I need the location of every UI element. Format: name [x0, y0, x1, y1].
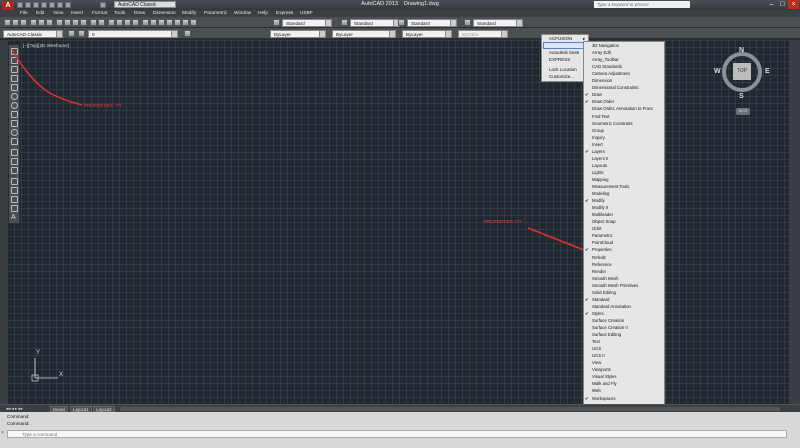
submenu-item[interactable]: Render [592, 269, 606, 274]
viewcube[interactable]: N S E W TOP WCS [714, 42, 770, 152]
submenu-item[interactable]: Workspaces [592, 396, 616, 401]
submenu-item[interactable]: UCS II [592, 353, 605, 358]
compass-north[interactable]: N [739, 47, 744, 54]
submenu-item[interactable]: Properties [592, 247, 612, 252]
viewcube-top-face[interactable]: TOP [733, 63, 751, 80]
submenu-item[interactable]: Standard Annotation [592, 304, 631, 309]
command-input[interactable]: Type a command [7, 430, 787, 438]
annotation-label-left: PROPERTIES ??? [84, 103, 122, 108]
checkmark-icon: ✔ [585, 310, 589, 316]
compass-west[interactable]: W [714, 68, 721, 75]
submenu-item[interactable]: Modeling [592, 191, 609, 196]
ctx-item-express[interactable]: EXPRESS [549, 57, 570, 62]
checkmark-icon: ✔ [585, 148, 589, 154]
ctx-item-lock-location[interactable]: Lock Location [549, 67, 577, 72]
submenu-item[interactable]: Insert [592, 142, 603, 147]
submenu-item[interactable]: Text [592, 339, 600, 344]
submenu-item[interactable]: Smooth Mesh [592, 276, 619, 281]
vertical-scrollbar[interactable] [789, 40, 800, 404]
submenu-item[interactable]: Draw [592, 92, 602, 97]
checkmark-icon: ✔ [585, 92, 589, 98]
submenu-item[interactable]: Layers [592, 149, 605, 154]
command-close-icon[interactable]: × [1, 430, 6, 438]
submenu-item[interactable]: Dimensional Constraints [592, 85, 639, 90]
submenu-item[interactable]: Smooth Mesh Primitives [592, 283, 638, 288]
submenu-item[interactable]: Object Snap [592, 219, 616, 224]
checkmark-icon: ✔ [585, 247, 589, 253]
submenu-item[interactable]: Measurement Tools [592, 184, 629, 189]
submenu-item[interactable]: UCS [592, 346, 601, 351]
submenu-item[interactable]: Array_Toolbar [592, 57, 619, 62]
submenu-item[interactable]: Surface Creation II [592, 325, 628, 330]
horizontal-scrollbar[interactable] [120, 407, 780, 411]
submenu-item[interactable]: Dimension [592, 78, 612, 83]
submenu-item[interactable]: PointCloud [592, 240, 613, 245]
submenu-item[interactable]: Draw Order, Annotation to Front [592, 106, 653, 111]
annotation-arrow-left [11, 49, 83, 106]
submenu-item[interactable]: Reference [592, 262, 612, 267]
layout-tabs-bar: ◂◂ ◂ ▸ ▸▸ Model Layout1 Layout2 [0, 404, 800, 412]
submenu-item[interactable]: 3D Navigation [592, 43, 619, 48]
submenu-item[interactable]: Solid Editing [592, 290, 616, 295]
submenu-item[interactable]: Find Text [592, 114, 609, 119]
checkmark-icon: ✔ [585, 395, 589, 401]
submenu-item[interactable]: Layouts [592, 163, 607, 168]
submenu-item[interactable]: Parametric [592, 233, 613, 238]
submenu-item[interactable]: Refedit [592, 255, 606, 260]
submenu-item[interactable]: Geometric Constraint [592, 121, 633, 126]
checkmark-icon: ✔ [585, 296, 589, 302]
submenu-item[interactable]: Modify II [592, 205, 608, 210]
submenu-item[interactable]: Multileader [592, 212, 613, 217]
ctx-item-acfusion[interactable]: ACFUSION [549, 36, 572, 41]
submenu-item[interactable]: Camera Adjustment [592, 71, 630, 76]
submenu-item[interactable]: Styles [592, 311, 604, 316]
submenu-item[interactable]: Group [592, 128, 604, 133]
checkmark-icon: ✔ [585, 198, 589, 204]
submenu-item[interactable]: Surface Editing [592, 332, 621, 337]
ctx-item-autodesk-seek[interactable]: Autodesk Seek [549, 50, 579, 55]
ucs-x-label: X [59, 372, 64, 378]
submenu-item[interactable]: Walk and Fly [592, 381, 617, 386]
submenu-item[interactable]: View [592, 360, 601, 365]
ctx-item-customize[interactable]: Customize... [549, 74, 574, 79]
submenu-item[interactable]: Orbit [592, 226, 601, 231]
annotation-overlay [11, 49, 585, 382]
command-history-line-2: Command: [7, 421, 30, 426]
submenu-item[interactable]: Mapping [592, 177, 608, 182]
ucs-y-label: Y [36, 350, 41, 356]
submenu-item[interactable]: Array Edit [592, 50, 611, 55]
submenu-item[interactable]: Standard [592, 297, 609, 302]
compass-east[interactable]: E [765, 68, 770, 75]
annotation-label-right: PROPERTIES ??? [484, 219, 522, 224]
submenu-item[interactable]: Surface Creation [592, 318, 624, 323]
toolbar-context-menu: ACFUSION Autodesk Seek EXPRESS Lock Loca… [541, 34, 589, 82]
submenu-item[interactable]: Modify [592, 198, 605, 203]
submenu-item[interactable]: CAD Standards [592, 64, 622, 69]
submenu-item[interactable]: Inquiry [592, 135, 605, 140]
submenu-item[interactable]: Web [592, 388, 601, 393]
submenu-item[interactable]: Layers II [592, 156, 608, 161]
checkmark-icon: ✔ [585, 99, 589, 105]
toolbar-list-submenu: 3D Navigation Array Edit Array_Toolbar CAD … [583, 41, 665, 411]
submenu-item[interactable]: Draw Order [592, 99, 614, 104]
submenu-item[interactable]: Viewports [592, 367, 611, 372]
submenu-item[interactable]: Visual Styles [592, 374, 617, 379]
compass-south[interactable]: S [739, 93, 744, 100]
command-history-line-1: Command: [7, 414, 30, 419]
submenu-item[interactable]: Lights [592, 170, 603, 175]
wcs-menu-badge[interactable]: WCS [736, 108, 750, 115]
annotation-arrow-right [527, 227, 585, 251]
